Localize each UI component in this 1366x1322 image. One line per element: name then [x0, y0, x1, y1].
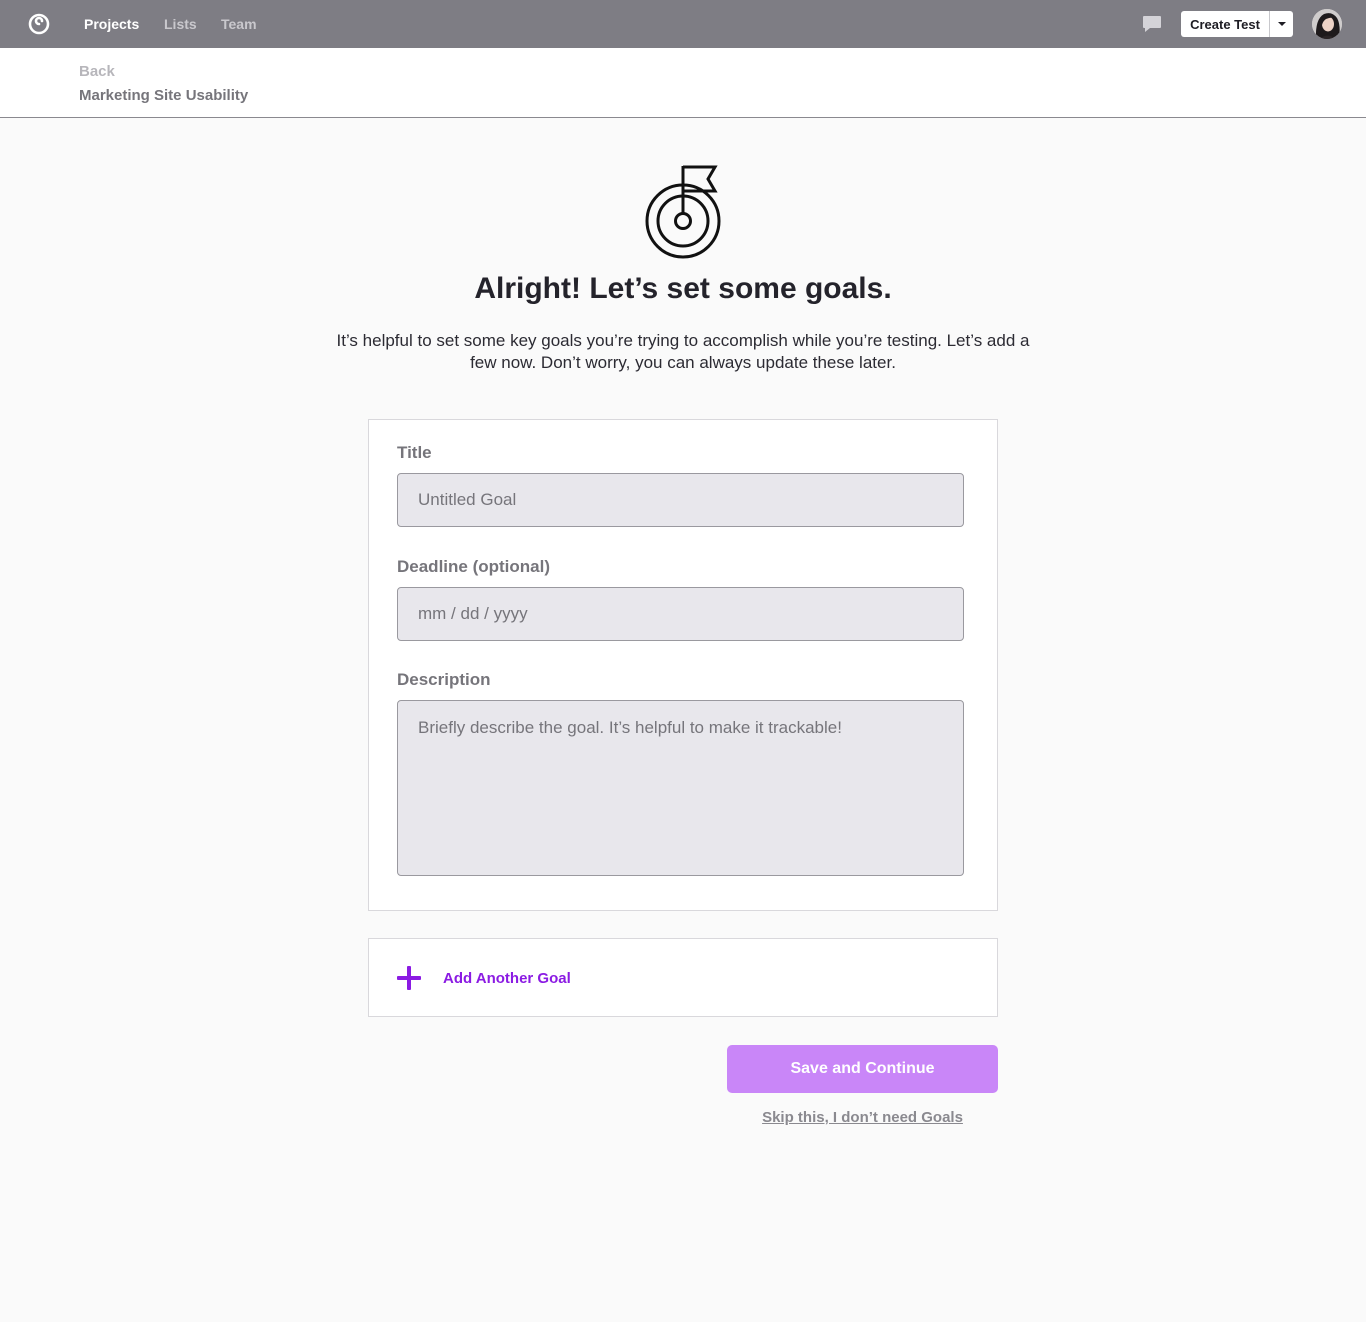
- nav-team[interactable]: Team: [221, 16, 257, 32]
- back-link[interactable]: Back: [79, 63, 115, 80]
- brand-logo-icon[interactable]: [27, 12, 51, 36]
- avatar-image: [1312, 9, 1342, 39]
- create-test-button[interactable]: Create Test: [1181, 11, 1269, 37]
- user-avatar[interactable]: [1312, 9, 1342, 39]
- top-nav: Projects Lists Team Create Test: [0, 0, 1366, 48]
- caret-down-icon: [1277, 22, 1286, 26]
- goal-form-card: Title Deadline (optional) Description: [368, 419, 998, 911]
- title-input[interactable]: [397, 473, 964, 527]
- nav-lists[interactable]: Lists: [164, 16, 197, 32]
- skip-goals-link[interactable]: Skip this, I don’t need Goals: [727, 1109, 998, 1126]
- description-textarea[interactable]: [397, 700, 964, 876]
- nav-projects[interactable]: Projects: [84, 16, 139, 32]
- add-another-goal-button[interactable]: Add Another Goal: [368, 938, 998, 1017]
- chat-bubble-icon[interactable]: [1141, 13, 1163, 35]
- deadline-label: Deadline (optional): [397, 557, 550, 576]
- target-flag-icon: [645, 165, 721, 259]
- save-and-continue-button[interactable]: Save and Continue: [727, 1045, 998, 1093]
- page-heading: Alright! Let’s set some goals.: [474, 272, 892, 305]
- page-subheader: Back Marketing Site Usability: [0, 48, 1366, 118]
- description-label: Description: [397, 670, 491, 689]
- project-title: Marketing Site Usability: [79, 87, 249, 104]
- deadline-input[interactable]: [397, 587, 964, 641]
- plus-icon: [397, 966, 421, 990]
- intro-text: It’s helpful to set some key goals you’r…: [336, 331, 1030, 372]
- create-test-dropdown[interactable]: [1269, 11, 1293, 37]
- add-another-goal-label: Add Another Goal: [443, 970, 571, 987]
- title-label: Title: [397, 443, 432, 462]
